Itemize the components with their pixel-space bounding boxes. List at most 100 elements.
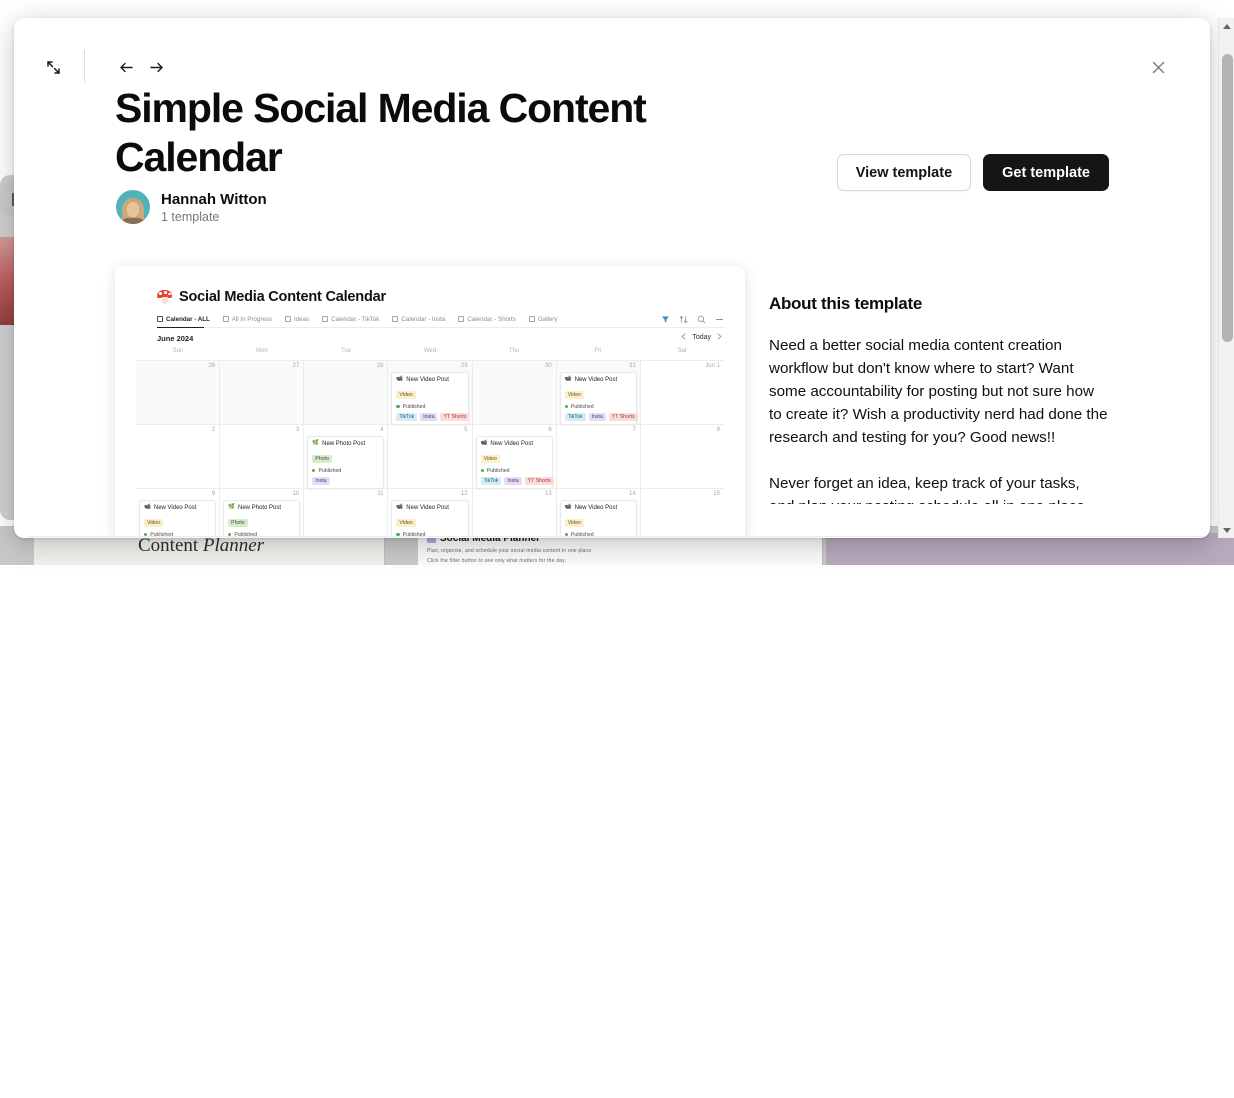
calendar-event-card[interactable]: 📹New Video PostVideoPublishedTikTokInsta…: [391, 500, 468, 538]
calendar-week-row: 9 📹New Video PostVideoPublishedTikTokInst…: [136, 489, 724, 538]
event-status-label: Published: [318, 468, 341, 474]
platform-tag: Insta: [420, 413, 437, 421]
calendar-event-card[interactable]: 📹New Video PostVideoPublishedTikTokInsta…: [391, 372, 468, 425]
preview-tab-0[interactable]: Calendar - ALL: [157, 316, 210, 323]
filter-icon[interactable]: [661, 311, 670, 320]
preview-tab-3[interactable]: Calendar - TikTok: [322, 316, 379, 323]
photo-icon: 🌿: [312, 441, 319, 447]
about-heading: About this template: [769, 294, 1109, 314]
calendar-day-cell[interactable]: 31📹New Video PostVideoPublishedTikTokIns…: [557, 361, 641, 424]
scrollbar-thumb[interactable]: [1222, 54, 1233, 342]
calendar-day-header-4: Thu: [472, 348, 556, 360]
event-title: New Video Post: [490, 441, 533, 447]
action-buttons: View template Get template: [837, 154, 1109, 191]
scroll-left-icon[interactable]: [30, 537, 44, 538]
calendar-day-header-6: Sat: [640, 348, 724, 360]
calendar-event-card[interactable]: 📹New Video PostVideoPublishedTikTokInsta: [139, 500, 216, 538]
arrow-left-icon[interactable]: [113, 54, 139, 80]
calendar-day-cell[interactable]: 30: [473, 361, 557, 424]
calendar-event-card[interactable]: 📹New Video PostVideoPublishedTikTokInsta: [560, 500, 637, 538]
chevron-right-icon[interactable]: [717, 333, 722, 342]
author-block[interactable]: Hannah Witton 1 template: [116, 190, 267, 224]
preview-tab-label: All In Progress: [232, 316, 272, 323]
calendar-date-number: 13: [545, 491, 552, 497]
calendar-event-card[interactable]: 📹New Video PostVideoPublishedTikTokInsta…: [560, 372, 637, 425]
calendar-week-row: 26272829📹New Video PostVideoPublishedTik…: [136, 361, 724, 425]
calendar-day-cell[interactable]: 26: [136, 361, 220, 424]
event-platform-tags: TikTokInstaYT Shorts: [481, 477, 548, 485]
preview-tab-6[interactable]: Gallery: [529, 316, 558, 323]
vertical-scrollbar[interactable]: [1218, 18, 1234, 538]
calendar-day-cell[interactable]: 14📹New Video PostVideoPublishedTikTokIns…: [557, 489, 641, 538]
calendar-day-cell[interactable]: Jun 1: [641, 361, 724, 424]
preview-tab-label: Gallery: [538, 316, 558, 323]
calendar-day-cell[interactable]: 3: [220, 425, 304, 488]
calendar-day-cell[interactable]: 28: [304, 361, 388, 424]
preview-tab-line: [157, 327, 725, 328]
sort-icon[interactable]: [679, 311, 688, 320]
calendar-date-number: 6: [548, 427, 551, 433]
event-type-tag: Video: [565, 391, 584, 399]
calendar-day-cell[interactable]: 6 📹New Video PostVideoPublishedTikTokInst…: [473, 425, 557, 488]
search-icon[interactable]: [697, 311, 706, 320]
scroll-up-icon[interactable]: [1219, 18, 1234, 34]
more-icon[interactable]: [715, 311, 724, 320]
calendar-day-cell[interactable]: 27: [220, 361, 304, 424]
scroll-right-icon[interactable]: [1192, 537, 1206, 538]
calendar-event-card[interactable]: 📹New Video PostVideoPublishedTikTokInsta…: [476, 436, 553, 489]
preview-tabs: Calendar - ALL All In Progress Ideas Calend…: [157, 310, 725, 328]
calendar-day-cell[interactable]: 12📹New Video PostVideoPublishedTikTokIns…: [388, 489, 472, 538]
calendar-date-number: 9: [212, 491, 215, 497]
calendar-date-number: 8: [717, 427, 720, 433]
arrow-right-icon[interactable]: [143, 54, 169, 80]
platform-tag: Insta: [589, 413, 606, 421]
tab-view-icon: [157, 316, 163, 322]
expand-arrows-icon[interactable]: [40, 54, 66, 80]
calendar-day-cell[interactable]: 29📹New Video PostVideoPublishedTikTokIns…: [388, 361, 472, 424]
calendar-day-cell[interactable]: 10🌿New Photo PostPhotoPublishedInsta: [220, 489, 304, 538]
event-title: New Photo Post: [238, 505, 281, 511]
calendar-day-cell[interactable]: 15: [641, 489, 724, 538]
calendar-day-headers: SunMonTueWedThuFriSat: [136, 348, 724, 360]
preview-tab-5[interactable]: Calendar - Shorts: [458, 316, 516, 323]
event-title: New Video Post: [575, 377, 618, 383]
event-type-tag: Video: [396, 391, 415, 399]
preview-tab-4[interactable]: Calendar - Insta: [392, 316, 445, 323]
status-dot: [396, 405, 399, 408]
preview-tab-label: Calendar - Insta: [401, 316, 445, 323]
calendar-day-cell[interactable]: 8: [641, 425, 724, 488]
event-type-tag: Photo: [312, 455, 332, 463]
video-camera-icon: 📹: [144, 505, 151, 511]
preview-active-tab-underline: [157, 327, 204, 329]
event-platform-tags: TikTokInstaYT Shorts: [396, 413, 463, 421]
calendar-day-cell[interactable]: 4🌿New Photo PostPhotoPublishedInsta: [304, 425, 388, 488]
get-template-button[interactable]: Get template: [983, 154, 1109, 191]
horizontal-scrollbar[interactable]: [28, 536, 1208, 538]
calendar-day-cell[interactable]: 13: [473, 489, 557, 538]
tab-view-icon: [223, 316, 229, 322]
calendar-day-cell[interactable]: 2: [136, 425, 220, 488]
modal-topbar: [14, 18, 1210, 80]
view-template-button[interactable]: View template: [837, 154, 971, 191]
scroll-down-icon[interactable]: [1219, 522, 1234, 538]
calendar-date-number: Jun 1: [705, 363, 720, 369]
event-title: New Video Post: [406, 505, 449, 511]
calendar-event-card[interactable]: 🌿New Photo PostPhotoPublishedInsta: [307, 436, 384, 489]
event-status: Published: [396, 404, 463, 410]
platform-tag: YT Shorts: [440, 413, 469, 421]
tab-view-icon: [458, 316, 464, 322]
calendar-day-cell[interactable]: 11: [304, 489, 388, 538]
today-button[interactable]: Today: [692, 334, 711, 341]
template-preview-card[interactable]: Social Media Content Calendar Calendar -…: [115, 266, 745, 538]
calendar-day-header-1: Mon: [220, 348, 304, 360]
preview-tab-2[interactable]: Ideas: [285, 316, 309, 323]
calendar-date-number: 26: [208, 363, 215, 369]
calendar-date-number: 2: [212, 427, 215, 433]
preview-tab-1[interactable]: All In Progress: [223, 316, 272, 323]
chevron-left-icon[interactable]: [681, 333, 686, 342]
close-icon[interactable]: [1145, 54, 1171, 80]
calendar-event-card[interactable]: 🌿New Photo PostPhotoPublishedInsta: [223, 500, 300, 538]
calendar-day-cell[interactable]: 5: [388, 425, 472, 488]
calendar-day-cell[interactable]: 7: [557, 425, 641, 488]
calendar-day-cell[interactable]: 9 📹New Video PostVideoPublishedTikTokInst…: [136, 489, 220, 538]
